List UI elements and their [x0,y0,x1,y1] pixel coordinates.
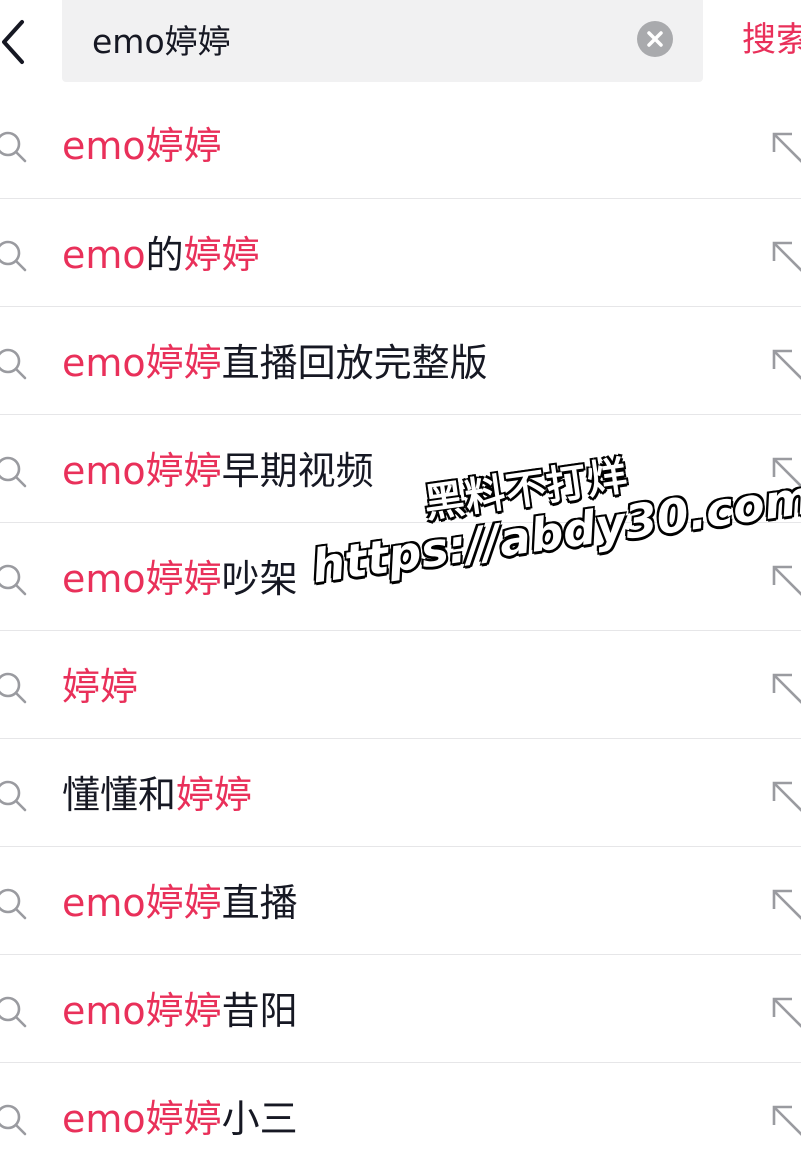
search-icon [0,996,27,1028]
suggestion-list: emo婷婷 emo的婷婷 emo婷婷直播回放完整版 emo婷婷早期视频 emo婷… [0,90,801,1170]
search-icon [0,131,27,163]
suggestion-highlight: emo婷婷 [62,557,222,601]
search-input[interactable] [92,14,632,64]
arrow-up-left-icon[interactable] [770,995,801,1029]
suggestion-rest: 直播 [221,881,298,925]
chevron-left-icon [2,20,24,64]
arrow-up-left-icon[interactable] [770,130,801,164]
suggestion-text: emo婷婷吵架 [62,555,298,603]
arrow-up-left-icon[interactable] [770,347,801,381]
suggestion-highlight: 婷婷 [183,233,260,277]
arrow-up-left-icon[interactable] [770,239,801,273]
suggestion-text: emo婷婷 [62,122,222,170]
arrow-up-left-icon[interactable] [770,671,801,705]
suggestion-rest: 小三 [221,1097,298,1141]
suggestion-item[interactable]: emo婷婷直播 [0,847,801,955]
search-icon [0,348,27,380]
suggestion-highlight: emo婷婷 [62,124,222,168]
arrow-up-left-icon[interactable] [770,779,801,813]
search-box[interactable] [62,0,703,82]
suggestion-text: 婷婷 [62,663,138,711]
search-icon [0,888,27,920]
search-icon [0,456,27,488]
suggestion-rest: 吵架 [221,557,298,601]
suggestion-text: emo婷婷昔阳 [62,987,298,1035]
suggestion-highlight: emo婷婷 [62,1097,222,1141]
suggestion-item[interactable]: 懂懂和婷婷 [0,739,801,847]
search-button[interactable]: 搜索 [742,16,801,64]
suggestion-highlight: emo婷婷 [62,881,222,925]
arrow-up-left-icon[interactable] [770,455,801,489]
suggestion-rest: 早期视频 [221,449,374,493]
suggestion-text: emo婷婷早期视频 [62,447,374,495]
clear-button[interactable] [637,21,673,57]
suggestion-item[interactable]: emo婷婷昔阳 [0,955,801,1063]
search-header: 搜索 [0,0,801,90]
close-icon [647,31,663,47]
suggestion-text: emo婷婷小三 [62,1095,298,1143]
suggestion-item[interactable]: emo婷婷直播回放完整版 [0,307,801,415]
search-icon [0,672,27,704]
suggestion-item[interactable]: emo婷婷小三 [0,1063,801,1170]
suggestion-highlight: 婷婷 [62,665,139,709]
suggestion-item[interactable]: 婷婷 [0,631,801,739]
suggestion-item[interactable]: emo婷婷早期视频 [0,415,801,523]
suggestion-middle: 的 [145,233,184,277]
suggestion-highlight: emo婷婷 [62,989,222,1033]
suggestion-highlight: emo婷婷 [62,341,222,385]
suggestion-item[interactable]: emo婷婷 [0,90,801,199]
suggestion-rest: 昔阳 [221,989,298,1033]
search-icon [0,564,27,596]
suggestion-prefix: 懂懂和 [62,773,177,817]
back-button[interactable] [0,18,40,66]
suggestion-rest: 直播回放完整版 [221,341,488,385]
suggestion-prefix: emo [62,233,146,277]
search-icon [0,240,27,272]
suggestion-text: 懂懂和婷婷 [62,771,252,819]
arrow-up-left-icon[interactable] [770,563,801,597]
search-icon [0,780,27,812]
search-suggest-screen: 搜索 emo婷婷 emo的婷婷 emo婷婷直播回放完整版 emo婷婷早期视频 e… [0,0,801,1170]
search-icon [0,1104,27,1136]
suggestion-highlight: emo婷婷 [62,449,222,493]
suggestion-highlight: 婷婷 [176,773,253,817]
arrow-up-left-icon[interactable] [770,1103,801,1137]
suggestion-item[interactable]: emo的婷婷 [0,199,801,307]
arrow-up-left-icon[interactable] [770,887,801,921]
suggestion-text: emo婷婷直播 [62,879,298,927]
suggestion-text: emo的婷婷 [62,231,260,279]
suggestion-text: emo婷婷直播回放完整版 [62,339,488,387]
suggestion-item[interactable]: emo婷婷吵架 [0,523,801,631]
